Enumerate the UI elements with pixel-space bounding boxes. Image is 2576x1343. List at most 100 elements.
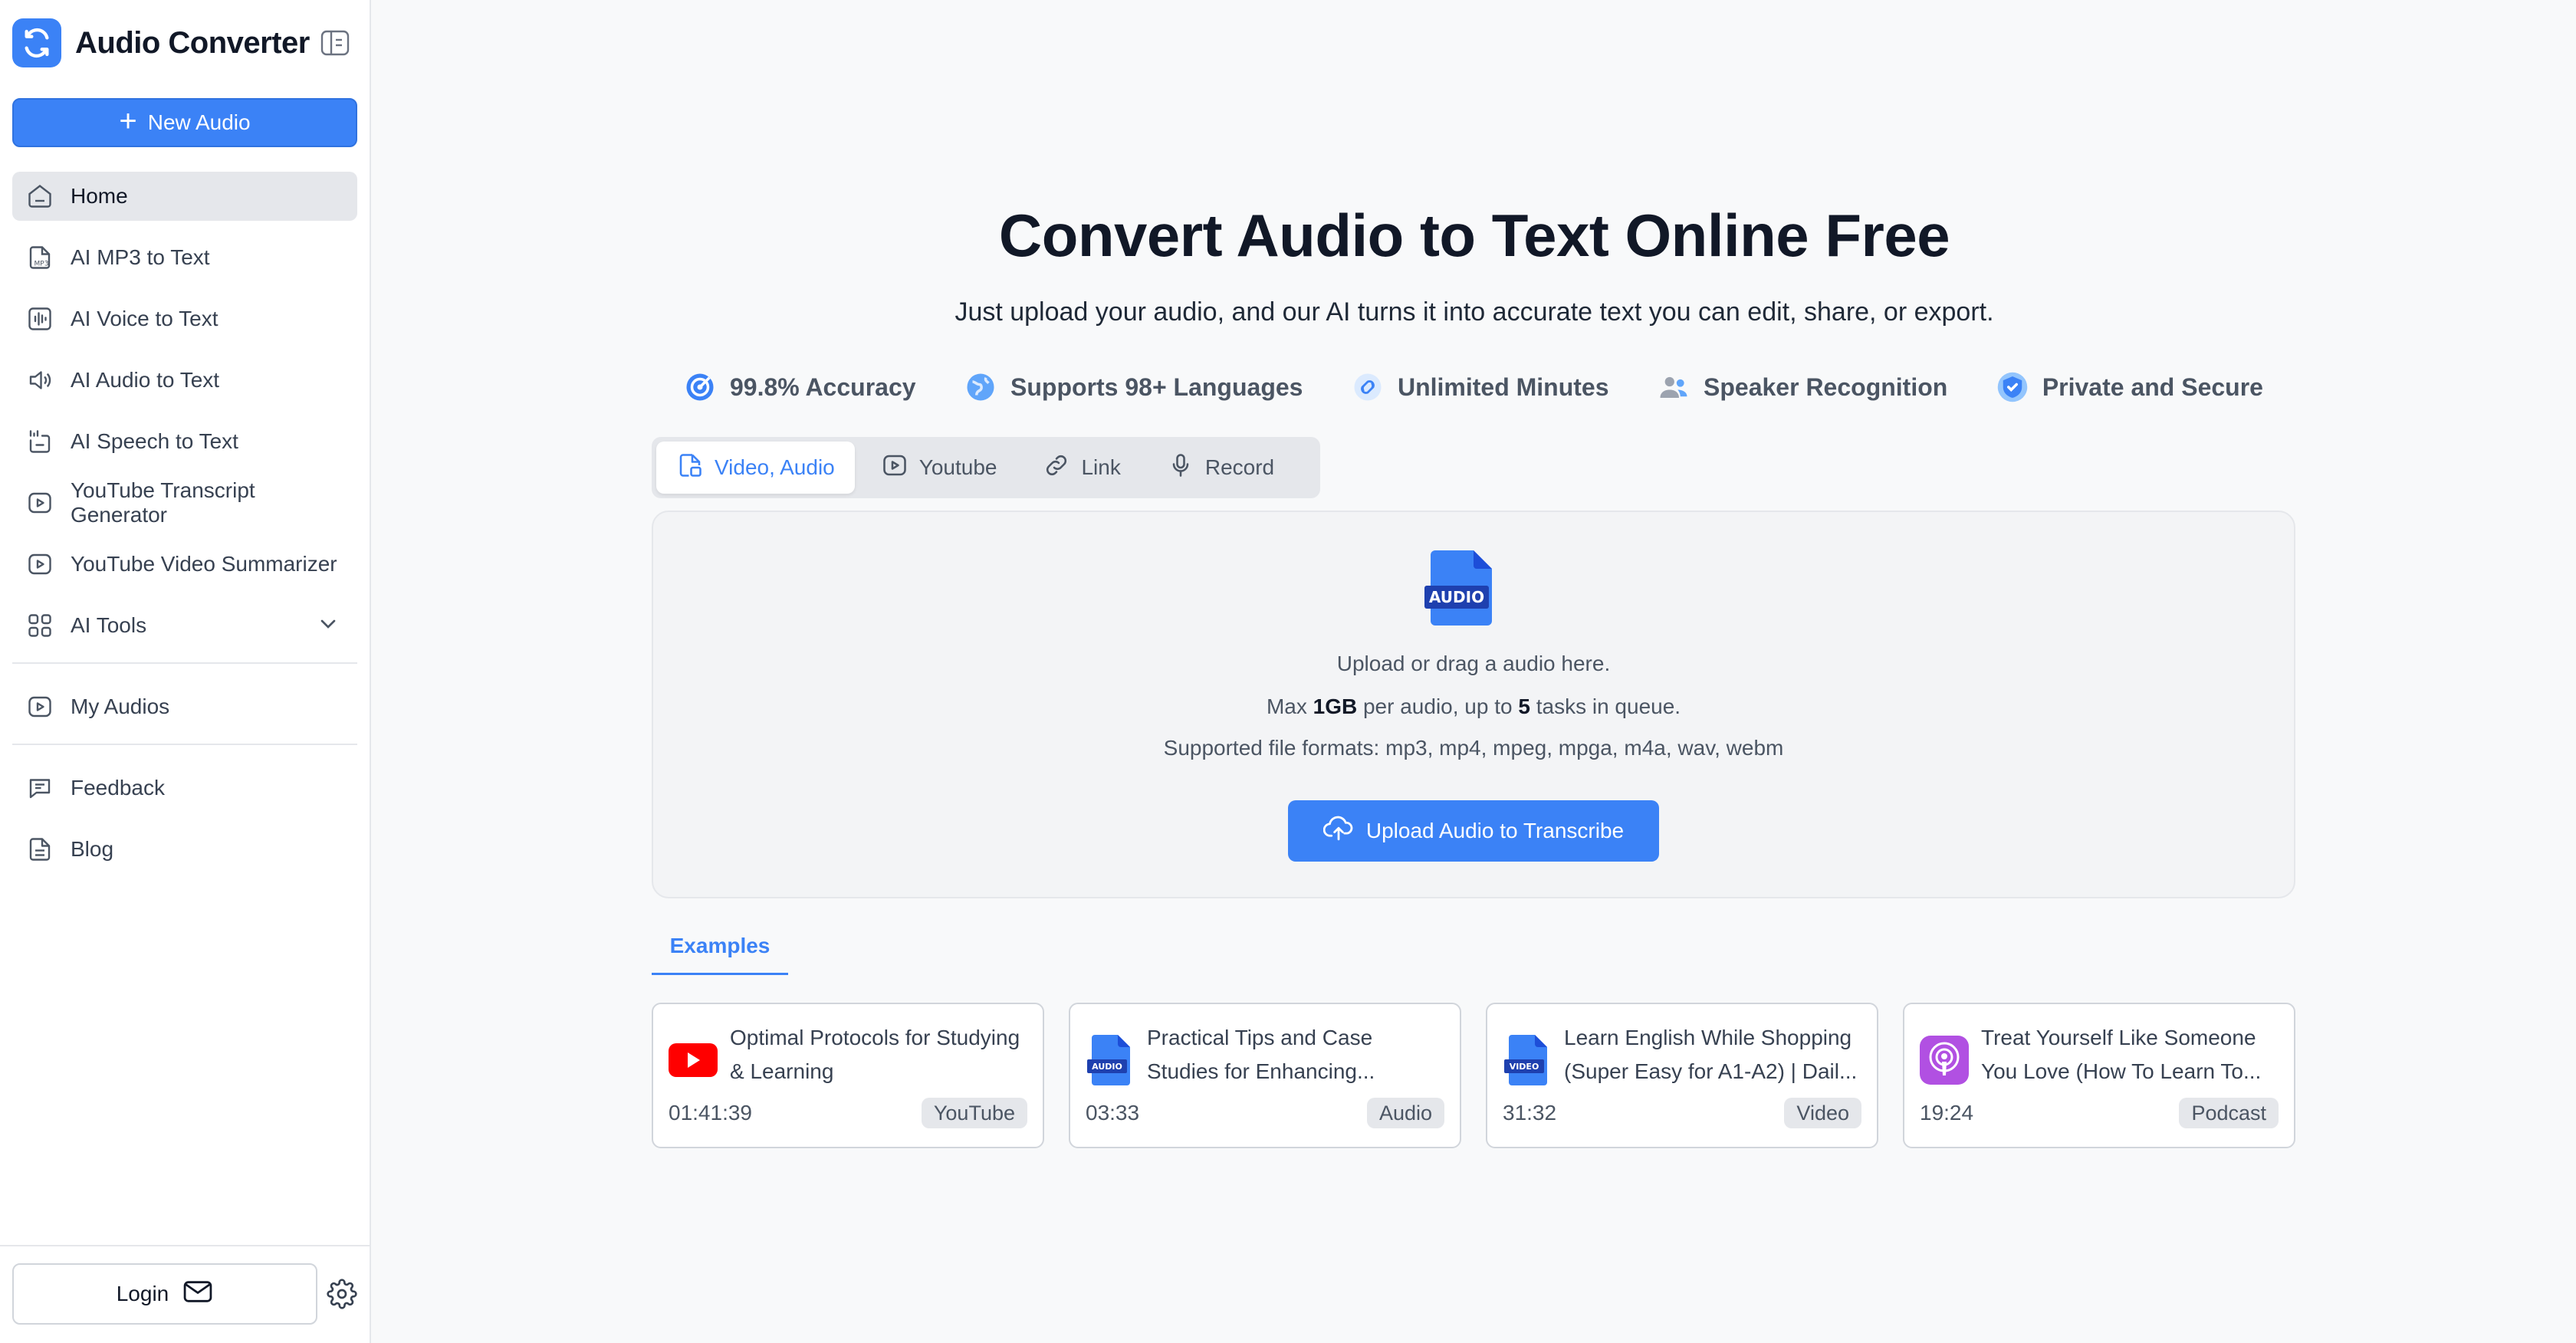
- sidebar-item-label: Home: [71, 184, 128, 208]
- feature-label: Unlimited Minutes: [1397, 373, 1609, 401]
- speaker-icon: [25, 365, 55, 396]
- sidebar-item-mp3-to-text[interactable]: MP3 AI MP3 to Text: [12, 233, 357, 282]
- podcast-icon: [1920, 1033, 1969, 1087]
- example-type-badge: Podcast: [2179, 1098, 2279, 1128]
- new-audio-label: New Audio: [147, 110, 251, 134]
- dropzone-limits: Max 1GB per audio, up to 5 tasks in queu…: [653, 694, 2294, 719]
- sidebar-item-my-audios[interactable]: My Audios: [12, 682, 357, 731]
- cloud-upload-icon: [1322, 815, 1354, 848]
- plus-icon: +: [119, 104, 137, 138]
- input-source-tabs: Video, Audio Youtube Link Record: [652, 437, 1320, 498]
- limits-count: 5: [1518, 694, 1530, 718]
- feedback-icon: [25, 773, 55, 803]
- sidebar-item-youtube-transcript[interactable]: YouTube Transcript Generator: [12, 478, 357, 527]
- chevron-down-icon[interactable]: [316, 612, 340, 642]
- globe-icon: [964, 371, 997, 403]
- feature-label: 99.8% Accuracy: [730, 373, 916, 401]
- app-logo-icon: [12, 18, 61, 67]
- example-duration: 03:33: [1086, 1101, 1140, 1125]
- example-cards: Optimal Protocols for Studying & Learnin…: [652, 1003, 2295, 1148]
- limits-suffix: tasks in queue.: [1530, 694, 1681, 718]
- tab-label: Youtube: [918, 455, 997, 479]
- page-title: Convert Audio to Text Online Free: [998, 202, 1950, 269]
- sidebar-item-youtube-summarizer[interactable]: YouTube Video Summarizer: [12, 540, 357, 589]
- sidebar-item-label: AI MP3 to Text: [71, 245, 210, 269]
- upload-dropzone[interactable]: AUDIO Upload or drag a audio here. Max 1…: [652, 511, 2295, 898]
- sidebar-footer: Login: [0, 1245, 371, 1343]
- tab-link[interactable]: Link: [1023, 442, 1140, 494]
- sidebar-item-ai-tools[interactable]: AI Tools: [12, 601, 357, 650]
- file-media-icon: [676, 451, 704, 484]
- tab-label: Record: [1204, 455, 1275, 479]
- app-title: Audio Converter: [75, 25, 310, 60]
- brand[interactable]: Audio Converter: [12, 17, 359, 69]
- sidebar-item-label: AI Speech to Text: [71, 429, 238, 453]
- example-type-badge: Audio: [1366, 1098, 1444, 1128]
- mp3-file-icon: MP3: [25, 242, 55, 273]
- link-icon: [1043, 451, 1070, 484]
- example-card[interactable]: AUDIO Practical Tips and Case Studies fo…: [1069, 1003, 1461, 1148]
- example-title: Learn English While Shopping (Super Easy…: [1564, 1026, 1858, 1083]
- example-type-badge: YouTube: [921, 1098, 1027, 1128]
- feature-label: Speaker Recognition: [1704, 373, 1948, 401]
- play-box-icon: [881, 451, 909, 484]
- voice-wave-icon: [25, 304, 55, 334]
- dropzone-instruction: Upload or drag a audio here.: [1336, 652, 1611, 675]
- feature-accuracy: 99.8% Accuracy: [684, 371, 916, 403]
- microphone-icon: [1167, 451, 1194, 484]
- example-title: Treat Yourself Like Someone You Love (Ho…: [1981, 1026, 2262, 1083]
- dropzone-formats: Supported file formats: mp3, mp4, mpeg, …: [1163, 736, 1784, 760]
- example-type-badge: Video: [1784, 1098, 1861, 1128]
- sidebar-item-audio-to-text[interactable]: AI Audio to Text: [12, 356, 357, 405]
- mail-icon: [182, 1279, 213, 1309]
- sidebar: Audio Converter + New Audio Home MP3 AI …: [0, 0, 371, 1343]
- sidebar-toggle-icon[interactable]: [320, 29, 350, 57]
- sidebar-item-voice-to-text[interactable]: AI Voice to Text: [12, 294, 357, 343]
- youtube-icon: [669, 1033, 718, 1087]
- limits-mid: per audio, up to: [1357, 694, 1519, 718]
- example-title: Optimal Protocols for Studying & Learnin…: [730, 1026, 1020, 1083]
- sidebar-item-label: Feedback: [71, 776, 165, 800]
- play-box-icon: [25, 549, 55, 580]
- grid-icon: [25, 610, 55, 641]
- upload-button[interactable]: Upload Audio to Transcribe: [1288, 800, 1659, 862]
- sidebar-item-label: Blog: [71, 837, 114, 861]
- upload-button-label: Upload Audio to Transcribe: [1365, 819, 1625, 842]
- audio-file-icon: AUDIO: [1424, 547, 1501, 627]
- tab-label: Video, Audio: [715, 455, 835, 479]
- video-file-icon: VIDEO: [1503, 1033, 1552, 1087]
- tab-video-audio[interactable]: Video, Audio: [656, 442, 855, 494]
- sidebar-item-home[interactable]: Home: [12, 172, 357, 221]
- login-label: Login: [116, 1282, 169, 1305]
- shield-icon: [1996, 371, 2029, 403]
- sidebar-item-speech-to-text[interactable]: AI Speech to Text: [12, 417, 357, 466]
- example-card[interactable]: Optimal Protocols for Studying & Learnin…: [652, 1003, 1044, 1148]
- example-card[interactable]: Treat Yourself Like Someone You Love (Ho…: [1903, 1003, 2295, 1148]
- svg-text:AUDIO: AUDIO: [1092, 1062, 1122, 1072]
- play-box-icon: [25, 488, 55, 518]
- example-title: Practical Tips and Case Studies for Enha…: [1147, 1026, 1375, 1083]
- sidebar-item-feedback[interactable]: Feedback: [12, 763, 357, 813]
- settings-gear-icon[interactable]: [327, 1279, 357, 1309]
- page-subtitle: Just upload your audio, and our AI turns…: [955, 297, 1994, 327]
- target-icon: [684, 371, 716, 403]
- sidebar-item-label: My Audios: [71, 694, 170, 718]
- tab-examples[interactable]: Examples: [652, 918, 788, 975]
- sidebar-item-blog[interactable]: Blog: [12, 825, 357, 874]
- document-icon: [25, 834, 55, 865]
- feature-label: Supports 98+ Languages: [1010, 373, 1303, 401]
- tab-label: Link: [1081, 455, 1121, 479]
- example-card[interactable]: VIDEO Learn English While Shopping (Supe…: [1486, 1003, 1878, 1148]
- feature-secure: Private and Secure: [1996, 371, 2263, 403]
- login-button[interactable]: Login: [12, 1263, 317, 1325]
- tab-record[interactable]: Record: [1147, 442, 1294, 494]
- audio-file-icon: AUDIO: [1086, 1033, 1135, 1087]
- file-icon-label: AUDIO: [1429, 588, 1484, 606]
- tab-youtube[interactable]: Youtube: [861, 442, 1017, 494]
- speech-icon: [25, 426, 55, 457]
- sidebar-item-label: AI Tools: [71, 613, 147, 637]
- nav-divider: [12, 744, 357, 745]
- new-audio-button[interactable]: + New Audio: [12, 98, 357, 147]
- feature-speaker: Speaker Recognition: [1658, 371, 1947, 403]
- limits-size: 1GB: [1313, 694, 1358, 718]
